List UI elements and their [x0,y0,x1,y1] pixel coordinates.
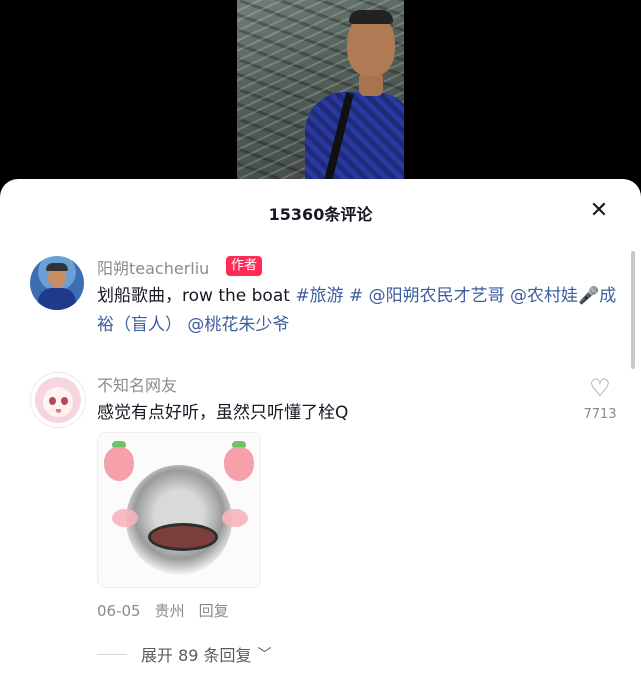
video-person-hair [349,10,393,24]
sticker-mouth [148,523,218,551]
comment-text-plain: 划船歌曲，row the boat [97,286,296,306]
mention-link[interactable]: @阳朔农民才艺哥 [369,286,505,306]
hashtag-link[interactable]: #旅游 [295,286,343,306]
avatar-eye [61,397,68,405]
divider-line [97,653,127,655]
sticker-cheek [222,509,248,527]
mention-link[interactable]: @桃花朱少爷 [187,315,289,335]
scrollbar[interactable] [631,251,635,369]
comment-date: 06-05 [97,602,141,620]
sticker-cheek [112,509,138,527]
like-button[interactable]: ♡ [584,375,616,401]
comment-username[interactable]: 阳朔teacherliu [97,255,209,279]
like-count: 7713 [583,407,617,422]
video-person-shirt [305,92,404,180]
sticker-strawberry [224,447,254,481]
avatar-body [38,288,76,310]
comment-text: 划船歌曲，row the boat #旅游 # @阳朔农民才艺哥 @农村娃🎤成裕… [97,282,617,340]
comments-count-title: 15360条评论 [268,205,373,224]
avatar-eye [49,397,56,405]
close-icon[interactable]: ✕ [586,197,612,223]
author-badge: 作者 [226,256,263,276]
comment-location: 贵州 [154,602,185,620]
video-player[interactable] [237,0,404,180]
reply-button[interactable]: 回复 [199,602,229,620]
sticker-strawberry [104,447,134,481]
avatar[interactable] [30,256,84,310]
hashtag-link[interactable]: # [344,286,369,306]
expand-replies-button[interactable]: 展开 89 条回复 ﹀ [97,642,272,666]
avatar[interactable] [30,372,86,428]
heart-icon[interactable]: ♡ [584,375,616,401]
comments-sheet: 15360条评论 ✕ 阳朔teacherliu 作者 划船歌曲，row the … [0,179,641,675]
sticker-face [126,465,232,575]
chevron-down-icon: ﹀ [257,647,272,663]
comment-meta: 06-05 贵州 回复 [97,600,243,621]
expand-replies-label: 展开 89 条回复 [141,646,252,665]
comment-sticker-image[interactable] [97,432,261,588]
comment-text: 感觉有点好听，虽然只听懂了栓Q [97,403,349,423]
comment-username[interactable]: 不知名网友 [97,372,177,396]
avatar-cap [46,263,68,271]
